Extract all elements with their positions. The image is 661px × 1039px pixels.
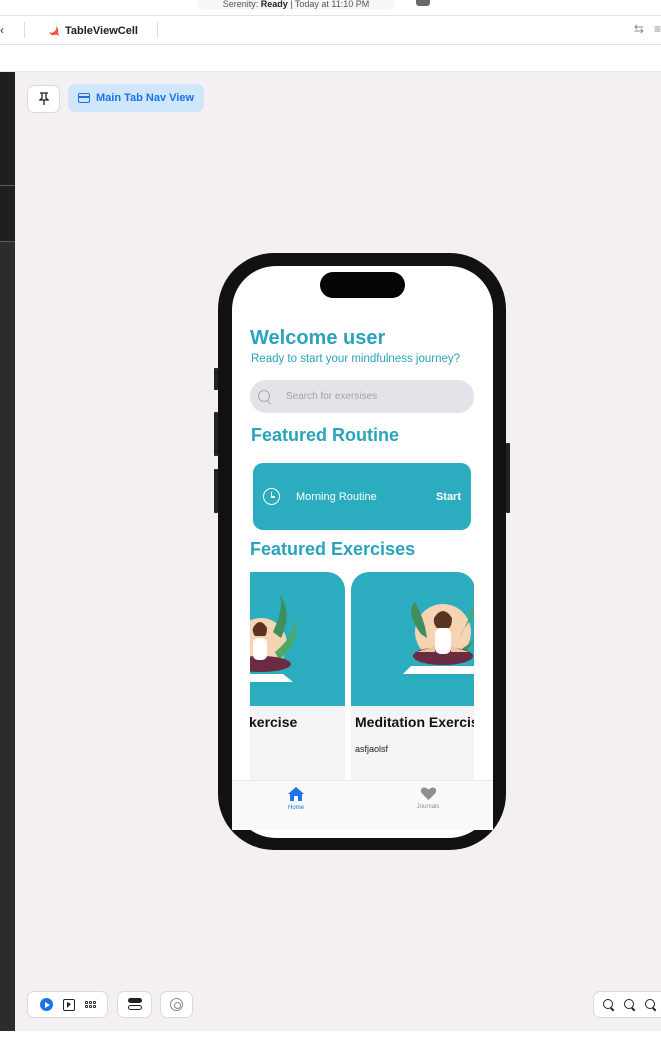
cursor-icon[interactable] [62,998,75,1011]
preview-selector-button[interactable]: Main Tab Nav View [68,84,204,112]
navigator-header [0,72,15,242]
zoom-controls [593,991,661,1018]
featured-routine-heading: Featured Routine [251,425,400,445]
zoom-in-icon[interactable] [645,998,657,1011]
house-icon [288,787,304,801]
clock-icon [263,488,280,505]
tab-home[interactable]: Home [266,786,326,811]
volume-up-button [214,412,218,456]
routine-start-button[interactable]: Start [436,491,461,503]
status-prefix: Serenity: [222,0,261,9]
toggle-icon [127,998,142,1011]
dynamic-island [320,272,405,298]
action-button [214,368,218,390]
volume-down-button [214,469,218,513]
routine-card[interactable]: Morning Routine Start [253,463,471,530]
preview-chip-label: Main Tab Nav View [96,92,195,104]
exercise-description: asfjaolsf [355,744,389,754]
target-icon [170,998,183,1011]
divider [0,241,15,242]
routine-name: Morning Routine [296,490,377,503]
editor-right-controls: ⇆ ≡ [634,22,661,36]
window-title-strip: Serenity: Ready | Today at 11:10 PM [0,0,661,16]
bottom-edge [0,1031,661,1039]
heart-icon [420,787,436,800]
app-tab-bar: Home Journals [232,780,493,830]
preview-mode-controls [27,991,108,1018]
welcome-subtitle: Ready to start your mindfulness journey? [251,353,461,365]
device-settings-button[interactable] [160,991,193,1018]
previous-tab[interactable]: ‹ [0,23,4,37]
welcome-title: Welcome user [250,327,386,349]
pin-icon [37,92,50,105]
jump-bar [0,45,661,72]
tab-journals-label: Journals [416,804,440,810]
swift-icon [49,26,59,36]
exercise-card[interactable]: kercise [250,572,345,782]
tab-home-label: Home [287,805,304,811]
editor-tab-bar: ‹ TableViewCell ⇆ ≡ [0,16,661,45]
exercise-title: Meditation Exercis [355,714,474,730]
zoom-fit-icon[interactable] [624,998,636,1011]
navigator-edge [0,72,15,1031]
status-state: Ready [260,0,288,9]
activity-status: Serenity: Ready | Today at 11:10 PM [198,0,394,9]
tab-journals[interactable]: Journals [398,786,458,810]
tab-tableviewcell[interactable]: TableViewCell [48,22,138,40]
exercise-carousel[interactable]: kercise Meditation Exercis asfjaolsf [250,572,474,782]
search-placeholder: Search for exersises [286,391,378,402]
stop-button[interactable] [416,0,430,6]
grid-icon[interactable] [84,1001,96,1008]
search-field[interactable]: Search for exersises [250,380,474,413]
adjust-editor-icon[interactable]: ≡ [654,22,661,36]
exercise-image [351,572,474,706]
tab-label: TableViewCell [65,25,138,37]
window-icon [78,93,90,103]
exercise-title: kercise [250,714,298,730]
tab-divider [24,22,25,38]
side-button [506,443,510,513]
zoom-out-icon[interactable] [603,998,615,1011]
exercise-image [250,572,345,706]
pin-button[interactable] [27,85,60,113]
meditation-illustration [250,594,296,682]
exercise-card[interactable]: Meditation Exercis asfjaolsf [351,572,474,782]
divider [0,185,15,186]
search-icon [258,389,272,404]
featured-exercises-heading: Featured Exercises [250,539,416,559]
swap-icon[interactable]: ⇆ [634,22,644,36]
status-time: | Today at 11:10 PM [287,0,370,9]
play-icon[interactable] [39,998,53,1011]
variants-button[interactable] [117,991,152,1018]
tab-divider [157,22,158,38]
meditation-illustration [403,601,474,674]
